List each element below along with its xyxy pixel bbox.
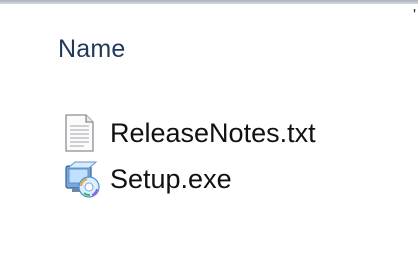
file-item-release-notes[interactable]: ReleaseNotes.txt: [62, 112, 402, 154]
file-name-release-notes: ReleaseNotes.txt: [110, 118, 316, 148]
installer-icon: [62, 158, 110, 200]
window-top-border: [0, 0, 418, 4]
file-item-setup[interactable]: Setup.exe: [62, 158, 402, 200]
file-list: ReleaseNotes.txt Setup.exe: [62, 112, 402, 200]
text-document-icon: [62, 112, 110, 154]
file-name-setup: Setup.exe: [110, 164, 232, 194]
corner-mark: ': [412, 7, 416, 24]
name-column-header[interactable]: Name: [58, 34, 126, 64]
